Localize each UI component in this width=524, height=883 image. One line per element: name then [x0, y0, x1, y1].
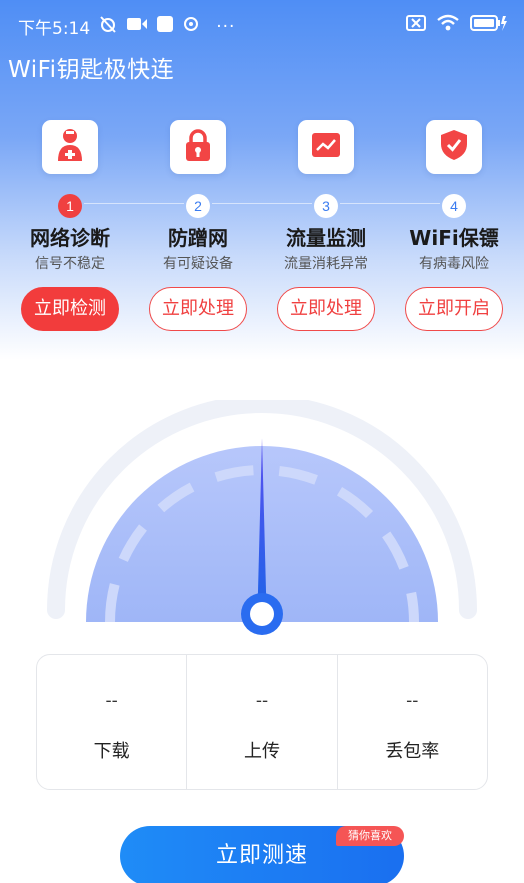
- feature-subtitle: 有可疑设备: [163, 256, 233, 272]
- enable-now-button[interactable]: 立即开启: [405, 287, 503, 331]
- feature-traffic-monitor: 3 流量监测 流量消耗异常 立即处理: [262, 118, 390, 331]
- guess-you-like-badge: 猜你喜欢: [336, 826, 404, 846]
- feature-tile[interactable]: [426, 120, 482, 174]
- feature-row: 1 网络诊断 信号不稳定 立即检测 2 防蹭网 有可疑设备 立即处理 3 流量监…: [0, 118, 524, 338]
- app-title: WiFi钥匙极快连: [8, 57, 175, 83]
- lock-icon: [184, 128, 212, 166]
- speed-stats-panel: -- 下载 -- 上传 -- 丢包率: [36, 654, 488, 790]
- packet-loss-value: --: [406, 691, 419, 711]
- clock: 下午5:14: [18, 19, 91, 39]
- feature-tile[interactable]: [42, 120, 98, 174]
- upload-label: 上传: [243, 741, 280, 762]
- trend-chart-icon: [311, 132, 341, 162]
- feature-tile[interactable]: [298, 120, 354, 174]
- feature-subtitle: 信号不稳定: [35, 256, 105, 272]
- feature-subtitle: 有病毒风险: [419, 256, 489, 272]
- feature-title: 防蹭网: [168, 226, 228, 250]
- stat-packet-loss: -- 丢包率: [336, 655, 487, 789]
- step-badge: 2: [186, 194, 210, 218]
- square-notification-icon: [156, 15, 174, 38]
- feature-anti-leech: 2 防蹭网 有可疑设备 立即处理: [134, 118, 262, 331]
- alarm-off-icon: [98, 15, 118, 38]
- step-badge: 4: [442, 194, 466, 218]
- speed-gauge: [0, 395, 524, 650]
- feature-title: 流量监测: [286, 226, 366, 250]
- packet-loss-label: 丢包率: [385, 741, 440, 762]
- more-notifications-icon: ···: [216, 16, 236, 37]
- battery-charging-icon: [470, 14, 508, 37]
- feature-wifi-guard: 4 WiFi保镖 有病毒风险 立即开启: [390, 118, 518, 331]
- feature-tile[interactable]: [170, 120, 226, 174]
- step-badge: 1: [58, 194, 82, 218]
- feature-subtitle: 流量消耗异常: [284, 256, 368, 272]
- stat-upload: -- 上传: [186, 655, 336, 789]
- upload-value: --: [255, 691, 269, 711]
- feature-title: WiFi保镖: [409, 226, 499, 250]
- gear-notification-icon: [182, 15, 200, 38]
- status-bar: 下午5:14 ···: [0, 0, 524, 50]
- handle-now-button[interactable]: 立即处理: [149, 287, 247, 331]
- feature-network-diagnosis: 1 网络诊断 信号不稳定 立即检测: [6, 118, 134, 331]
- download-label: 下载: [93, 741, 130, 762]
- wifi-icon: [436, 14, 460, 37]
- feature-title: 网络诊断: [30, 226, 110, 250]
- download-value: --: [105, 691, 118, 711]
- stat-download: -- 下载: [37, 655, 186, 789]
- step-badge: 3: [314, 194, 338, 218]
- video-camera-icon: [126, 16, 148, 37]
- doctor-icon: [54, 127, 86, 167]
- detect-now-button[interactable]: 立即检测: [21, 287, 119, 331]
- shield-check-icon: [440, 129, 468, 165]
- handle-now-button[interactable]: 立即处理: [277, 287, 375, 331]
- sim-off-icon: [406, 15, 426, 36]
